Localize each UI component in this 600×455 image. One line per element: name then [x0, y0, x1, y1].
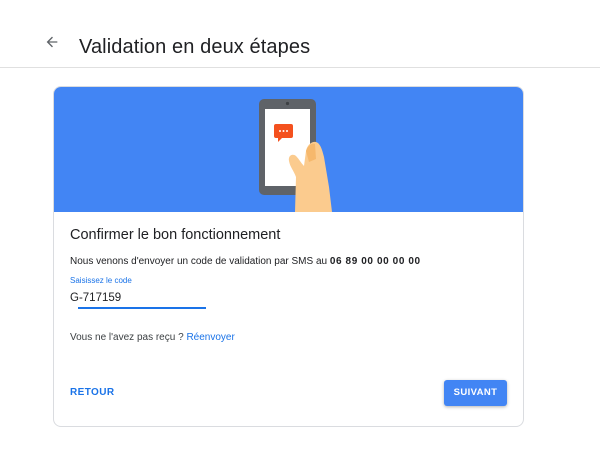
- phone-camera: [285, 101, 290, 106]
- phone-number: 06 89 00 00 00 00: [329, 256, 421, 267]
- verification-card: Confirmer le bon fonctionnement Nous ven…: [53, 86, 524, 427]
- sms-message-text: Nous venons d'envoyer un code de validat…: [70, 256, 328, 267]
- code-field-label: Saisissez le code: [70, 276, 132, 285]
- card-heading: Confirmer le bon fonctionnement: [70, 227, 281, 243]
- resend-question: Vous ne l'avez pas reçu ?: [70, 332, 184, 343]
- page-header: Validation en deux étapes: [0, 0, 600, 68]
- back-button[interactable]: RETOUR: [70, 387, 114, 398]
- code-input[interactable]: [70, 289, 206, 307]
- page-title: Validation en deux étapes: [79, 36, 311, 58]
- next-button[interactable]: SUIVANT: [444, 380, 507, 406]
- back-arrow-icon[interactable]: [44, 34, 72, 62]
- phone-sms-illustration: [259, 99, 332, 212]
- code-input-underline: [78, 307, 206, 309]
- sms-sent-message: Nous venons d'envoyer un code de validat…: [70, 255, 421, 269]
- resend-link[interactable]: Réenvoyer: [186, 332, 234, 343]
- page: Validation en deux étapes Confirmer le b…: [0, 0, 600, 455]
- banner-illustration: [54, 87, 523, 212]
- resend-line: Vous ne l'avez pas reçu ? Réenvoyer: [70, 331, 235, 345]
